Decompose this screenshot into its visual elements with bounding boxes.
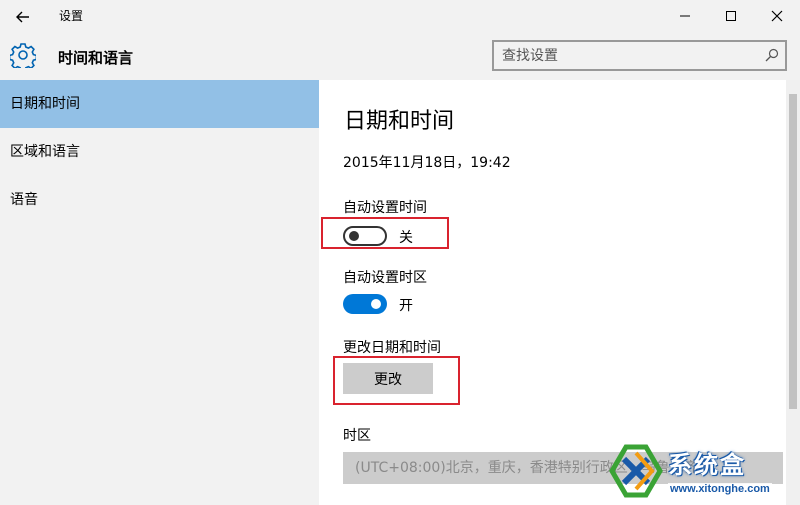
window-title: 设置 xyxy=(59,9,84,23)
auto-timezone-label: 自动设置时区 xyxy=(343,270,427,286)
close-icon xyxy=(771,10,783,22)
timezone-label: 时区 xyxy=(343,428,371,444)
auto-timezone-state: 开 xyxy=(399,298,413,314)
sidebar-item-speech[interactable]: 语音 xyxy=(0,176,319,224)
watermark-url: www.xitonghe.com xyxy=(668,483,772,495)
maximize-button[interactable] xyxy=(708,0,754,32)
minimize-button[interactable] xyxy=(662,0,708,32)
watermark-brand: 系统盒 xyxy=(668,451,746,479)
search-input[interactable] xyxy=(502,46,757,66)
toggle-knob xyxy=(371,299,381,309)
current-datetime: 2015年11月18日，19:42 xyxy=(343,155,511,171)
watermark-logo-icon xyxy=(609,444,663,498)
scrollbar-thumb[interactable] xyxy=(789,94,797,409)
watermark: 系统盒 www.xitonghe.com xyxy=(606,441,800,503)
sidebar: 日期和时间 区域和语言 语音 xyxy=(0,80,319,505)
close-button[interactable] xyxy=(754,0,800,32)
settings-header: 时间和语言 xyxy=(0,32,800,80)
sidebar-item-date-time[interactable]: 日期和时间 xyxy=(0,80,319,128)
highlight-box-auto-time xyxy=(321,217,449,249)
section-title: 时间和语言 xyxy=(58,49,134,67)
search-icon[interactable] xyxy=(765,48,779,62)
auto-time-label: 自动设置时间 xyxy=(343,200,427,216)
maximize-icon xyxy=(726,11,736,21)
sidebar-item-label: 区域和语言 xyxy=(10,144,80,160)
highlight-box-change xyxy=(333,356,460,405)
sidebar-item-region-language[interactable]: 区域和语言 xyxy=(0,128,319,176)
gear-icon xyxy=(10,43,36,68)
sidebar-item-label: 日期和时间 xyxy=(10,96,80,112)
title-bar: 设置 xyxy=(0,0,800,32)
sidebar-item-label: 语音 xyxy=(10,192,38,208)
search-box[interactable] xyxy=(492,40,787,71)
page-title: 日期和时间 xyxy=(344,109,455,134)
back-arrow-icon[interactable] xyxy=(10,4,36,28)
auto-timezone-toggle[interactable] xyxy=(343,294,387,314)
change-datetime-label: 更改日期和时间 xyxy=(343,340,441,356)
minimize-icon xyxy=(680,15,690,17)
